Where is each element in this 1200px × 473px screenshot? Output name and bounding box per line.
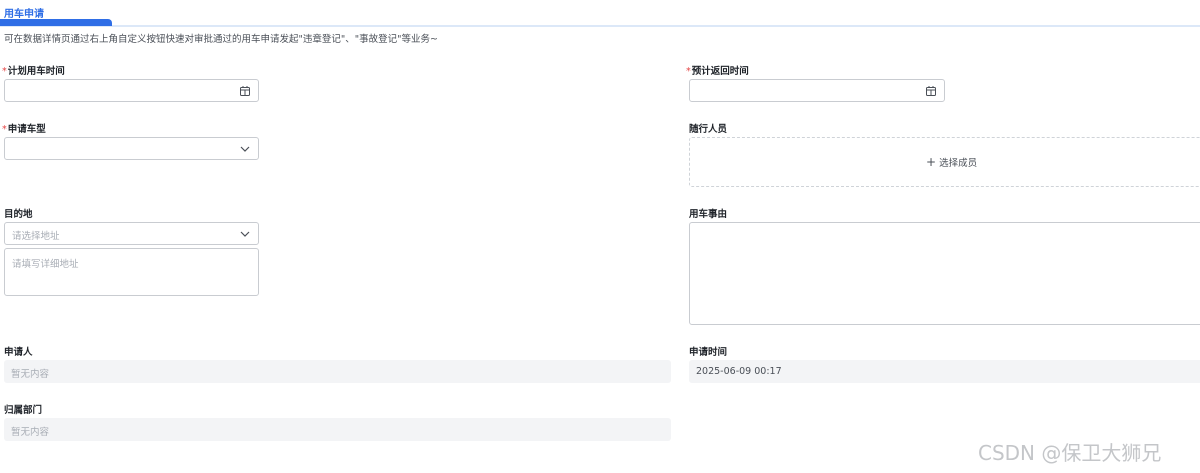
required-mark: *	[2, 66, 7, 77]
watermark: CSDN @保卫大狮兄	[978, 441, 1162, 465]
vehicle-type-label: *申请车型	[2, 124, 46, 135]
tab-bar: 用车申请	[0, 0, 1200, 27]
chevron-down-icon	[240, 231, 250, 237]
companions-picker[interactable]: + 选择成员	[689, 137, 1200, 187]
plus-icon: +	[926, 155, 937, 169]
required-mark: *	[686, 66, 691, 77]
calendar-icon	[926, 86, 936, 96]
applicant-value: 暂无内容	[11, 369, 50, 380]
planned-time-label: *计划用车时间	[2, 66, 65, 77]
return-time-label: *预计返回时间	[686, 66, 749, 77]
reason-label: 用车事由	[689, 209, 728, 220]
calendar-icon	[240, 86, 250, 96]
department-field: 暂无内容	[4, 418, 671, 441]
reason-textarea[interactable]	[689, 222, 1200, 325]
apply-time-label: 申请时间	[689, 347, 728, 358]
department-value: 暂无内容	[11, 427, 50, 438]
companions-label: 随行人员	[689, 124, 728, 135]
planned-time-input[interactable]	[4, 79, 259, 102]
tab-vehicle-application[interactable]: 用车申请	[4, 5, 44, 20]
department-label: 归属部门	[4, 405, 43, 416]
apply-time-value: 2025-06-09 00:17	[696, 366, 782, 377]
chevron-down-icon	[240, 146, 250, 152]
tab-active-indicator	[0, 19, 112, 26]
destination-select[interactable]: 请选择地址	[4, 222, 259, 245]
form-description: 可在数据详情页通过右上角自定义按钮快速对审批通过的用车申请发起"违章登记"、"事…	[4, 34, 438, 45]
required-mark: *	[2, 124, 7, 135]
destination-detail-input[interactable]: 请填写详细地址	[4, 248, 259, 296]
applicant-field: 暂无内容	[4, 360, 671, 383]
return-time-input[interactable]	[689, 79, 945, 102]
select-members-button[interactable]: + 选择成员	[926, 155, 977, 169]
destination-detail-placeholder: 请填写详细地址	[12, 259, 79, 270]
destination-label: 目的地	[4, 209, 33, 220]
destination-select-placeholder: 请选择地址	[12, 231, 60, 242]
vehicle-type-select[interactable]	[4, 137, 259, 160]
apply-time-field: 2025-06-09 00:17	[689, 360, 1200, 383]
applicant-label: 申请人	[4, 347, 33, 358]
